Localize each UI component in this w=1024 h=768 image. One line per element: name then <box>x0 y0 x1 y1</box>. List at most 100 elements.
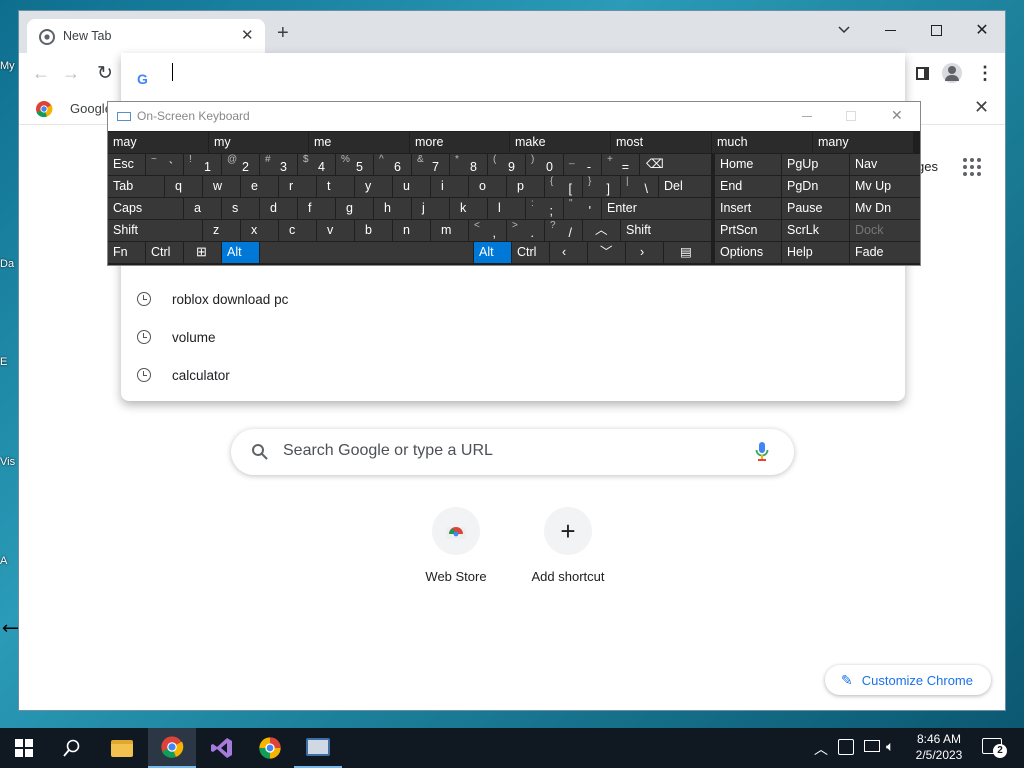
key-pause[interactable]: Pause <box>782 198 849 219</box>
key-esc[interactable]: Esc <box>108 154 145 175</box>
key-alt-right[interactable]: Alt <box>474 242 511 263</box>
key-s[interactable]: s <box>222 198 259 219</box>
key-options[interactable]: Options <box>715 242 781 263</box>
prediction-more[interactable]: more <box>410 132 509 153</box>
tab-search-icon[interactable] <box>821 15 867 45</box>
key-row1[interactable]: (9 <box>488 154 525 175</box>
desktop-icon-label[interactable]: My <box>0 60 18 72</box>
key-end[interactable]: End <box>715 176 781 197</box>
key-menu[interactable]: ▤ <box>664 242 711 263</box>
key-x[interactable]: x <box>241 220 278 241</box>
key-fade[interactable]: Fade <box>850 242 920 263</box>
key-tab[interactable]: Tab <box>108 176 164 197</box>
key-k[interactable]: k <box>450 198 487 219</box>
chrome-taskbar-icon[interactable] <box>148 728 196 768</box>
key-punct[interactable]: >. <box>507 220 544 241</box>
key-row1[interactable]: _ - <box>564 154 601 175</box>
key-home[interactable]: Home <box>715 154 781 175</box>
key-y[interactable]: y <box>355 176 392 197</box>
key-row1[interactable]: & 7 <box>412 154 449 175</box>
prediction-me[interactable]: me <box>309 132 409 153</box>
shortcut-add[interactable]: + Add shortcut <box>512 507 624 584</box>
file-explorer-icon[interactable] <box>98 728 146 768</box>
osk-close-icon[interactable]: ✕ <box>891 107 903 124</box>
prediction-most[interactable]: most <box>611 132 711 153</box>
key-up[interactable]: ︿ <box>583 220 620 241</box>
key-row1[interactable]: ) 0 <box>526 154 563 175</box>
key-punct[interactable]: :; <box>526 198 563 219</box>
key-row1[interactable]: @2 <box>222 154 259 175</box>
desktop-icon-label[interactable]: Da <box>0 258 18 270</box>
key-backspace[interactable]: ⌫ <box>640 154 711 175</box>
suggestion-item[interactable]: calculator <box>121 356 905 394</box>
suggestion-item[interactable]: volume <box>121 318 905 356</box>
key-prtscn[interactable]: PrtScn <box>715 220 781 241</box>
key-row1[interactable]: ~ ` <box>146 154 183 175</box>
new-tab-icon[interactable]: + <box>277 23 289 43</box>
key-fn[interactable]: Fn <box>108 242 145 263</box>
key-row1[interactable]: % 5 <box>336 154 373 175</box>
volume-icon[interactable]: 🔈︎ <box>886 738 894 755</box>
osk-minimize-icon[interactable] <box>802 116 812 117</box>
key-row1[interactable]: ^ 6 <box>374 154 411 175</box>
menu-kebab-icon[interactable]: ⋮ <box>973 61 997 85</box>
customize-chrome-button[interactable]: ✎ Customize Chrome <box>825 665 991 695</box>
key-bracket[interactable]: }] <box>583 176 620 197</box>
key-row1[interactable]: * 8 <box>450 154 487 175</box>
key-insert[interactable]: Insert <box>715 198 781 219</box>
profile-avatar-icon[interactable] <box>940 61 964 85</box>
key-f[interactable]: f <box>298 198 335 219</box>
key-z[interactable]: z <box>203 220 240 241</box>
key-v[interactable]: v <box>317 220 354 241</box>
key-nav[interactable]: Nav <box>850 154 920 175</box>
browser-app-icon[interactable] <box>246 728 294 768</box>
key-caps[interactable]: Caps <box>108 198 183 219</box>
key-a[interactable]: a <box>184 198 221 219</box>
prediction-may[interactable]: may <box>108 132 208 153</box>
close-window-icon[interactable]: ✕ <box>959 15 1005 45</box>
key-enter[interactable]: Enter <box>602 198 711 219</box>
on-screen-keyboard-taskbar-icon[interactable] <box>294 728 342 768</box>
key-help[interactable]: Help <box>782 242 849 263</box>
key-ctrl-right[interactable]: Ctrl <box>512 242 549 263</box>
key-c[interactable]: c <box>279 220 316 241</box>
shortcut-web-store[interactable]: Web Store <box>400 507 512 584</box>
start-button[interactable] <box>0 728 48 768</box>
key-n[interactable]: n <box>393 220 430 241</box>
key-punct[interactable]: " ' <box>564 198 601 219</box>
key-row1[interactable]: #3 <box>260 154 297 175</box>
key-down[interactable]: ﹀ <box>588 242 625 263</box>
key-e[interactable]: e <box>241 176 278 197</box>
key-q[interactable]: q <box>165 176 202 197</box>
bookmark-google[interactable]: Google <box>70 101 112 116</box>
key-windows[interactable]: ⊞ <box>184 242 221 263</box>
maximize-icon[interactable] <box>913 15 959 45</box>
key-o[interactable]: o <box>469 176 506 197</box>
key-left[interactable]: ‹ <box>550 242 587 263</box>
key-l[interactable]: l <box>488 198 525 219</box>
desktop-icon-label[interactable]: A <box>0 555 18 567</box>
key-j[interactable]: j <box>412 198 449 219</box>
key-w[interactable]: w <box>203 176 240 197</box>
prediction-my[interactable]: my <box>209 132 308 153</box>
clock[interactable]: 8:46 AM 2/5/2023 <box>909 731 969 763</box>
prediction-many[interactable]: many <box>813 132 913 153</box>
reload-icon[interactable]: ↻ <box>93 61 117 85</box>
key-u[interactable]: u <box>393 176 430 197</box>
key-mv-up[interactable]: Mv Up <box>850 176 920 197</box>
microphone-icon[interactable] <box>755 441 769 463</box>
side-panel-icon[interactable] <box>910 61 934 85</box>
key-shift-right[interactable]: Shift <box>621 220 711 241</box>
key-pgup[interactable]: PgUp <box>782 154 849 175</box>
apps-grid-icon[interactable] <box>963 158 981 176</box>
tab-new-tab[interactable]: New Tab ✕ <box>27 19 265 53</box>
key-punct[interactable]: ? / <box>545 220 582 241</box>
chevron-up-icon[interactable]: ︿ <box>814 739 828 759</box>
minimize-icon[interactable] <box>867 15 913 45</box>
prediction-much[interactable]: much <box>712 132 812 153</box>
key-m[interactable]: m <box>431 220 468 241</box>
key-scrlk[interactable]: ScrLk <box>782 220 849 241</box>
key-d[interactable]: d <box>260 198 297 219</box>
key-alt-left[interactable]: Alt <box>222 242 259 263</box>
key-t[interactable]: t <box>317 176 354 197</box>
